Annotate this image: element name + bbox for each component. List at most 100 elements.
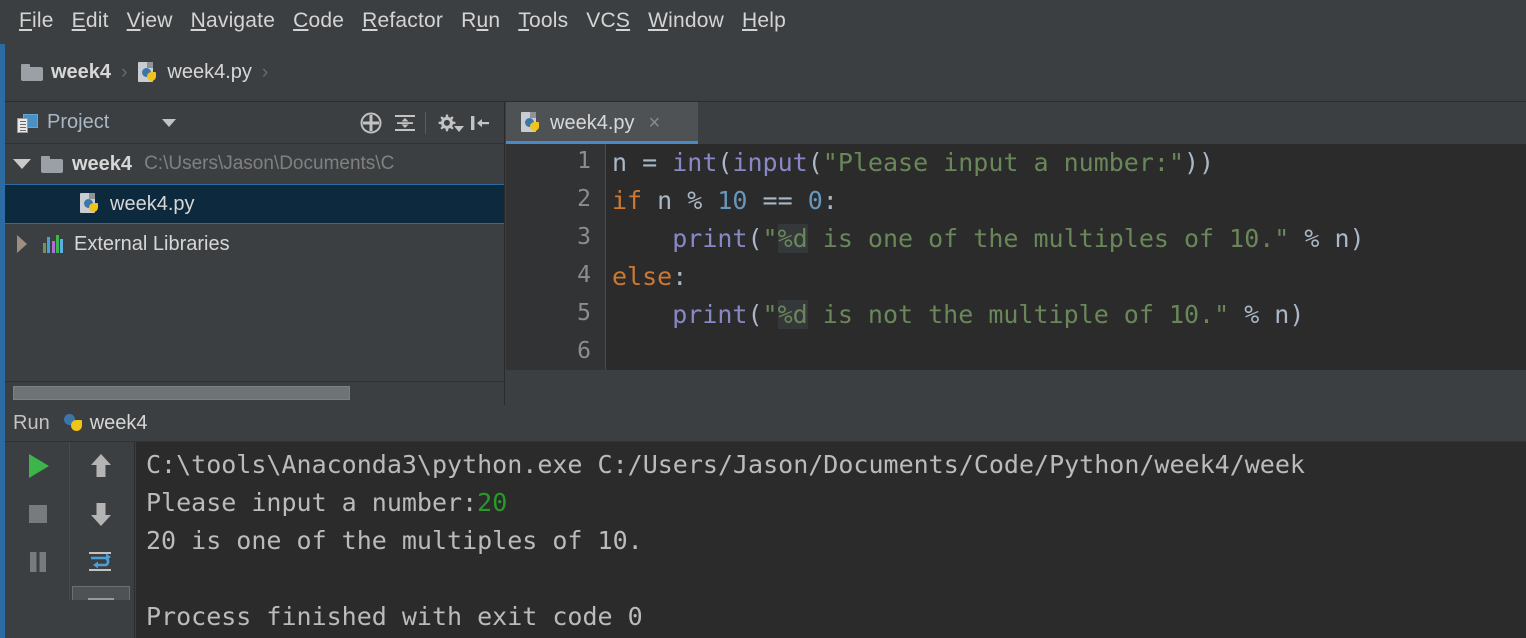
code-token-keyword: if [612, 186, 643, 215]
close-icon[interactable]: × [649, 113, 661, 133]
menu-window[interactable]: Window [639, 9, 733, 33]
run-tool-window: Run week4 C:\tools\Anaconda3\python.exe … [5, 405, 1526, 638]
folder-icon [41, 155, 63, 173]
breadcrumb-item-week4[interactable]: week4 [21, 61, 111, 84]
left-accent-strip [0, 0, 5, 638]
code-token-string: is one of the multiples of 10." [807, 224, 1290, 253]
code-token-default: ( [717, 148, 733, 177]
line-number: 6 [577, 338, 591, 364]
code-token-default: % n) [1289, 224, 1365, 253]
chevron-down-icon[interactable] [162, 118, 177, 127]
scroll-from-source-icon[interactable] [354, 106, 388, 140]
console-text: C:\tools\Anaconda3\python.exe C:/Users/J… [146, 450, 1305, 479]
code-token-function: input [732, 148, 808, 177]
triangle-right-icon[interactable] [17, 235, 27, 253]
line-number: 1 [577, 148, 591, 174]
project-panel-icon [17, 113, 38, 133]
code-line: if n % 10 == 0: [612, 182, 1526, 220]
pause-button[interactable] [9, 538, 67, 586]
breadcrumb-separator: › [121, 61, 128, 83]
console-line: Please input a number:20 [146, 484, 1526, 522]
hide-panel-icon[interactable] [463, 106, 497, 140]
console-line: C:\tools\Anaconda3\python.exe C:/Users/J… [146, 446, 1526, 484]
menu-refactor[interactable]: Refactor [353, 9, 452, 33]
code-line: n = int(input("Please input a number:")) [612, 144, 1526, 182]
console-output[interactable]: C:\tools\Anaconda3\python.exe C:/Users/J… [136, 442, 1526, 638]
breadcrumb-item-week4-py[interactable]: week4.py [137, 61, 252, 84]
menu-run[interactable]: Run [452, 9, 509, 33]
code-token-default [612, 300, 672, 329]
code-line: else: [612, 258, 1526, 296]
tree-row[interactable]: week4 C:\Users\Jason\Documents\C [5, 144, 504, 184]
console-text: Process finished with exit code 0 [146, 602, 643, 631]
code-token-default: : [822, 186, 838, 215]
editor-gutter: 1 2 3 4 5 6 [506, 144, 606, 370]
code-token-default [612, 224, 672, 253]
code-token-string: " [762, 224, 778, 253]
python-file-icon [137, 61, 159, 84]
code-line: print("%d is one of the multiples of 10.… [612, 220, 1526, 258]
editor-bottom-strip [506, 370, 1526, 405]
arrow-up-icon[interactable] [72, 442, 130, 490]
console-line: 20 is one of the multiples of 10. [146, 522, 1526, 560]
code-token-number: 10 [717, 186, 748, 215]
python-file-icon [520, 112, 542, 134]
code-editor[interactable]: 123456 n = int(input("Please input a num… [506, 144, 1526, 405]
run-config-name[interactable]: week4 [90, 412, 148, 435]
code-token-string: " [762, 300, 778, 329]
code-token-default: ( [747, 300, 763, 329]
rerun-button[interactable] [9, 442, 67, 490]
code-token-default: = [642, 148, 673, 177]
gear-icon[interactable] [429, 106, 464, 140]
console-text: Please input a number: [146, 488, 478, 517]
breadcrumb-label: week4 [51, 61, 112, 83]
code-line: print("%d is not the multiple of 10." % … [612, 296, 1526, 334]
menu-view[interactable]: View [118, 9, 182, 33]
menu-edit[interactable]: Edit [63, 9, 118, 33]
run-toolbar-bottom-strip [5, 600, 130, 638]
tree-item-label: week4 [72, 152, 133, 175]
code-token-default: : [672, 262, 688, 291]
tree-row[interactable]: week4.py [5, 184, 504, 224]
project-scrollbar-thumb[interactable] [13, 386, 350, 400]
tree-item-label: External Libraries [74, 232, 230, 255]
tree-item-label: week4.py [110, 192, 195, 215]
menu-help[interactable]: Help [733, 9, 795, 33]
menu-vcs[interactable]: VCS [577, 9, 639, 33]
folder-icon [21, 64, 43, 81]
code-token-default: == [747, 186, 808, 215]
project-tab[interactable]: Project [17, 111, 177, 134]
project-scrollbar-track[interactable] [5, 381, 504, 405]
python-icon [62, 412, 84, 434]
run-tool-window-header: Run week4 [5, 405, 1526, 442]
arrow-down-icon[interactable] [72, 490, 130, 538]
stop-button[interactable] [9, 490, 67, 538]
code-token-function: int [672, 148, 718, 177]
python-file-icon [79, 193, 101, 215]
code-token-default: ( [747, 224, 763, 253]
collapse-all-icon[interactable] [388, 106, 422, 140]
soft-wrap-icon[interactable] [72, 538, 130, 586]
left-accent-strip-top-mask [0, 0, 5, 44]
tree-row[interactable]: External Libraries [5, 224, 504, 264]
menu-file[interactable]: File [10, 9, 63, 33]
code-token-default: n [612, 148, 643, 177]
code-token-function: print [672, 224, 748, 253]
run-toolbar-left-column [7, 442, 69, 586]
editor-tab-week4-py[interactable]: week4.py × [506, 102, 698, 144]
breadcrumb: week4 › week4.py › [5, 44, 1526, 102]
editor-tab-bar: week4.py × [506, 102, 1526, 144]
libraries-icon [43, 235, 65, 253]
menu-navigate[interactable]: Navigate [182, 9, 285, 33]
menu-tools[interactable]: Tools [509, 9, 577, 33]
code-content[interactable]: n = int(input("Please input a number:"))… [612, 144, 1526, 372]
code-token-string: is not the multiple of 10." [807, 300, 1230, 329]
project-toolbar [354, 102, 497, 144]
tree-item-path: C:\Users\Jason\Documents\C [144, 153, 395, 174]
menu-bar: File Edit View Navigate Code Refactor Run Tools… [0, 0, 1526, 42]
menu-code[interactable]: Code [284, 9, 353, 33]
triangle-down-icon[interactable] [13, 159, 31, 169]
console-line: Process finished with exit code 0 [146, 598, 1526, 636]
